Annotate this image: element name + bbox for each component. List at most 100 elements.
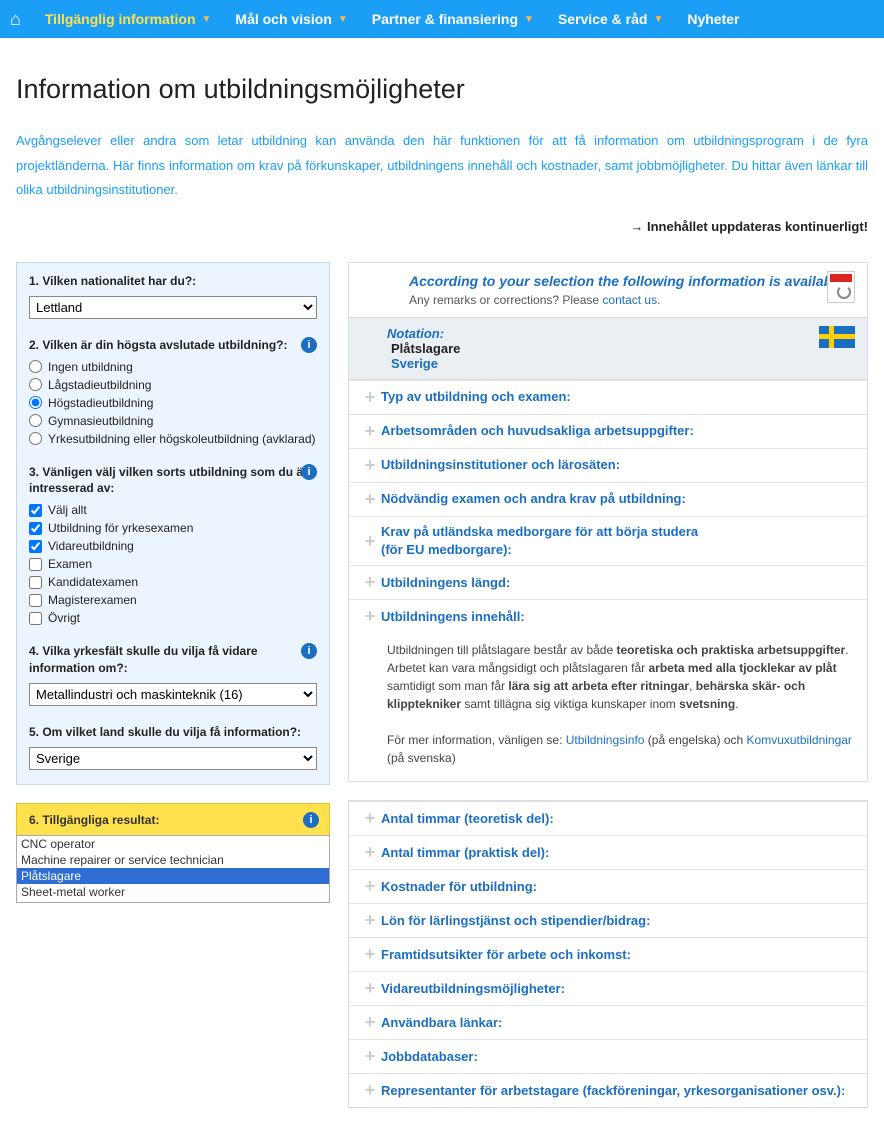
- checkbox-option[interactable]: Övrigt: [29, 611, 317, 625]
- accordion-item: +Vidareutbildningsmöjligheter:: [349, 971, 867, 1005]
- plus-icon: +: [359, 572, 381, 593]
- pdf-icon[interactable]: [827, 271, 855, 303]
- plus-icon: +: [359, 387, 381, 408]
- result-row[interactable]: Sheet-metal worker: [17, 884, 329, 900]
- radio-input[interactable]: [29, 414, 42, 427]
- checkbox-option[interactable]: Vidareutbildning: [29, 539, 317, 553]
- checkbox-option[interactable]: Utbildning för yrkesexamen: [29, 521, 317, 535]
- checkbox-input[interactable]: [29, 558, 42, 571]
- nav-item[interactable]: Tillgänglig information▼: [33, 0, 224, 38]
- nav-item[interactable]: Nyheter: [675, 0, 751, 38]
- checkbox-input[interactable]: [29, 522, 42, 535]
- plus-icon: +: [359, 421, 381, 442]
- plus-icon: +: [359, 876, 381, 897]
- checkbox-input[interactable]: [29, 612, 42, 625]
- result-row[interactable]: CNC operator: [17, 836, 329, 852]
- country-select[interactable]: Sverige: [29, 747, 317, 770]
- accordion-title: Jobbdatabaser:: [381, 1048, 478, 1066]
- checkbox-input[interactable]: [29, 594, 42, 607]
- accordion-item: +Framtidsutsikter för arbete och inkomst…: [349, 937, 867, 971]
- radio-input[interactable]: [29, 396, 42, 409]
- info-icon[interactable]: i: [301, 464, 317, 480]
- accordion-title: Utbildningens innehåll:: [381, 608, 525, 626]
- accordion-header[interactable]: +Krav på utländska medborgare för att bö…: [349, 517, 867, 565]
- accordion-header[interactable]: +Lön för lärlingstjänst och stipendier/b…: [349, 904, 867, 937]
- plus-icon: +: [359, 1012, 381, 1033]
- filter-country: 5. Om vilket land skulle du vilja få inf…: [29, 724, 317, 770]
- q2-label: 2. Vilken är din högsta avslutade utbild…: [29, 337, 317, 354]
- nav-item[interactable]: Service & råd▼: [546, 0, 675, 38]
- radio-option[interactable]: Högstadieutbildning: [29, 396, 317, 410]
- result-row[interactable]: Machine repairer or service technician: [17, 852, 329, 868]
- accordion-header[interactable]: +Nödvändig examen och andra krav på utbi…: [349, 483, 867, 516]
- accordion-title: Antal timmar (praktisk del):: [381, 844, 549, 862]
- checkbox-option[interactable]: Kandidatexamen: [29, 575, 317, 589]
- info-icon[interactable]: i: [303, 812, 319, 828]
- filter-panel: 1. Vilken nationalitet har du?: Lettland…: [16, 262, 330, 785]
- plus-icon: +: [359, 531, 381, 552]
- accordion-title: Kostnader för utbildning:: [381, 878, 537, 896]
- filter-nationality: 1. Vilken nationalitet har du?: Lettland: [29, 273, 317, 319]
- nav-item[interactable]: Partner & finansiering▼: [360, 0, 546, 38]
- info-icon[interactable]: i: [301, 337, 317, 353]
- plus-icon: +: [359, 1046, 381, 1067]
- filter-field: 4. Vilka yrkesfält skulle du vilja få vi…: [29, 643, 317, 706]
- checkbox-option[interactable]: Magisterexamen: [29, 593, 317, 607]
- results-header: 6. Tillgängliga resultat: i: [16, 803, 330, 835]
- accordion-header[interactable]: +Användbara länkar:: [349, 1006, 867, 1039]
- radio-option[interactable]: Ingen utbildning: [29, 360, 317, 374]
- plus-icon: +: [359, 944, 381, 965]
- accordion-header[interactable]: +Vidareutbildningsmöjligheter:: [349, 972, 867, 1005]
- contact-link[interactable]: contact us: [602, 293, 657, 307]
- nav-item[interactable]: Mål och vision▼: [223, 0, 359, 38]
- plus-icon: +: [359, 606, 381, 627]
- field-select[interactable]: Metallindustri och maskinteknik (16): [29, 683, 317, 706]
- nationality-select[interactable]: Lettland: [29, 296, 317, 319]
- accordion-body: Utbildningen till plåtslagare består av …: [349, 633, 867, 781]
- radio-input[interactable]: [29, 378, 42, 391]
- radio-input[interactable]: [29, 432, 42, 445]
- radio-option[interactable]: Gymnasieutbildning: [29, 414, 317, 428]
- accordion-header[interactable]: +Kostnader för utbildning:: [349, 870, 867, 903]
- accordion-header[interactable]: +Framtidsutsikter för arbete och inkomst…: [349, 938, 867, 971]
- chevron-down-icon: ▼: [524, 14, 534, 25]
- accordion-header[interactable]: +Utbildningens längd:: [349, 566, 867, 599]
- chevron-down-icon: ▼: [653, 14, 663, 25]
- accordion-item: +Användbara länkar:: [349, 1005, 867, 1039]
- notation-label: Notation:: [387, 326, 853, 341]
- accordion-item: +Utbildningsinstitutioner och lärosäten:: [349, 448, 867, 482]
- accordion-header[interactable]: +Antal timmar (teoretisk del):: [349, 802, 867, 835]
- checkbox-input[interactable]: [29, 540, 42, 553]
- checkbox-option[interactable]: Examen: [29, 557, 317, 571]
- remarks-text: Any remarks or corrections? Please conta…: [409, 293, 853, 307]
- accordion-title: Antal timmar (teoretisk del):: [381, 810, 554, 828]
- accordion-header[interactable]: +Arbetsområden och huvudsakliga arbetsup…: [349, 415, 867, 448]
- accordion-header[interactable]: + Utbildningens innehåll:: [349, 600, 867, 633]
- accordion-header[interactable]: +Representanter för arbetstagare (fackfö…: [349, 1074, 867, 1107]
- page-title: Information om utbildningsmöjligheter: [16, 74, 868, 105]
- plus-icon: +: [359, 910, 381, 931]
- results-list[interactable]: CNC operatorMachine repairer or service …: [16, 835, 330, 903]
- accordion-item-expanded: + Utbildningens innehåll: Utbildningen t…: [349, 599, 867, 781]
- radio-option[interactable]: Lågstadieutbildning: [29, 378, 317, 392]
- radio-option[interactable]: Yrkesutbildning eller högskoleutbildning…: [29, 432, 317, 446]
- checkbox-input[interactable]: [29, 504, 42, 517]
- accordion-title: Nödvändig examen och andra krav på utbil…: [381, 490, 686, 508]
- radio-input[interactable]: [29, 360, 42, 373]
- accordion-title: Lön för lärlingstjänst och stipendier/bi…: [381, 912, 650, 930]
- q5-label: 5. Om vilket land skulle du vilja få inf…: [29, 724, 317, 741]
- chevron-down-icon: ▼: [338, 14, 348, 25]
- accordion-header[interactable]: +Antal timmar (praktisk del):: [349, 836, 867, 869]
- accordion-title: Arbetsområden och huvudsakliga arbetsupp…: [381, 422, 694, 440]
- accordion-header[interactable]: +Utbildningsinstitutioner och lärosäten:: [349, 449, 867, 482]
- checkbox-input[interactable]: [29, 576, 42, 589]
- accordion-title: Vidareutbildningsmöjligheter:: [381, 980, 565, 998]
- top-nav: ⌂ Tillgänglig information▼Mål och vision…: [0, 0, 884, 38]
- checkbox-option[interactable]: Välj allt: [29, 503, 317, 517]
- plus-icon: +: [359, 978, 381, 999]
- accordion-header[interactable]: +Typ av utbildning och examen:: [349, 381, 867, 414]
- home-icon[interactable]: ⌂: [10, 9, 21, 30]
- main-panel: According to your selection the followin…: [348, 262, 868, 782]
- result-row[interactable]: Plåtslagare: [17, 868, 329, 884]
- accordion-header[interactable]: +Jobbdatabaser:: [349, 1040, 867, 1073]
